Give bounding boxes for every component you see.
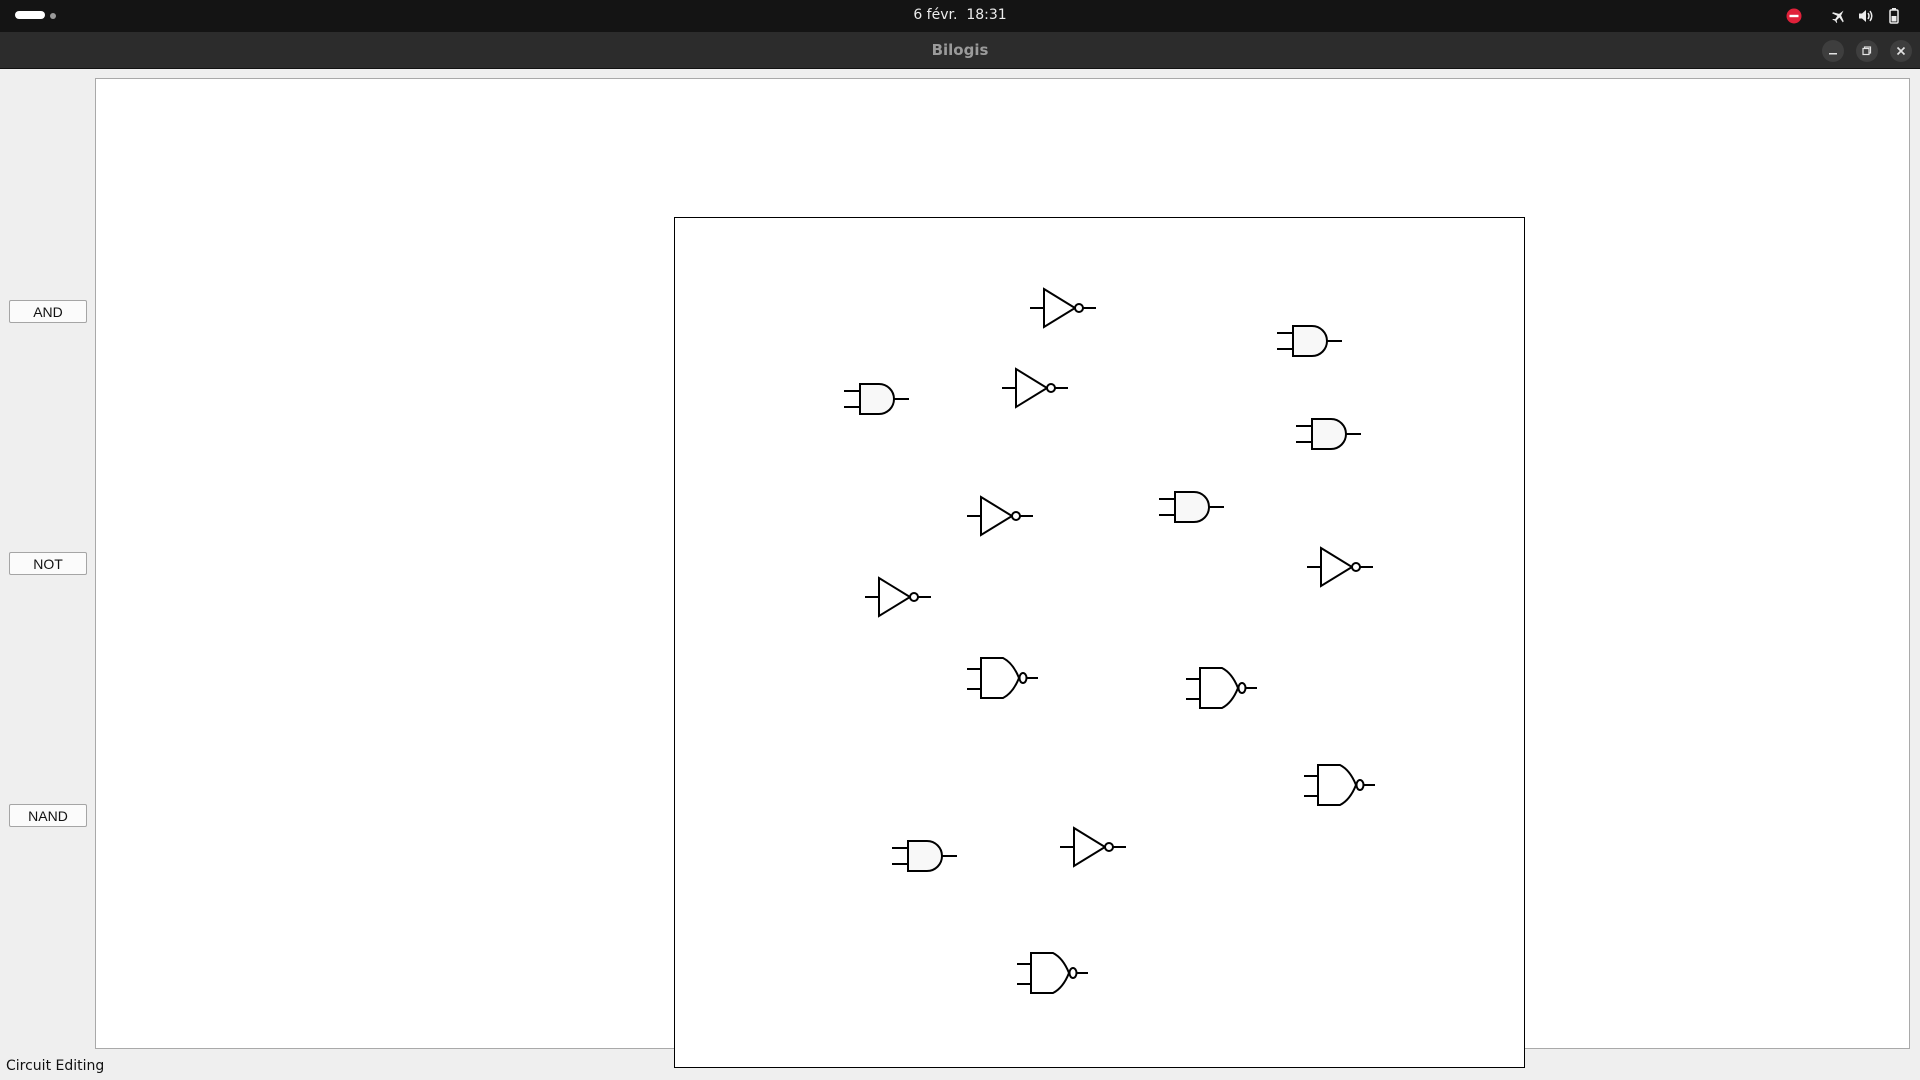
window-title: Bilogis [931, 41, 989, 59]
and-gate[interactable] [1296, 418, 1361, 450]
airplane-mode-icon[interactable] [1830, 7, 1848, 25]
nand-gate[interactable] [1017, 952, 1088, 994]
and-gate[interactable] [892, 840, 957, 872]
battery-icon[interactable] [1885, 7, 1903, 25]
minimize-icon [1829, 53, 1837, 55]
and-gate[interactable] [1277, 325, 1342, 357]
status-bar-text: Circuit Editing [6, 1058, 105, 1074]
nand-gate[interactable] [1186, 667, 1257, 709]
nand-gate[interactable] [1304, 764, 1375, 806]
nand-gate-button[interactable]: NAND [9, 804, 87, 827]
drawing-canvas[interactable] [95, 78, 1910, 1068]
not-gate[interactable] [865, 576, 931, 618]
time-label: 18:31 [966, 7, 1007, 23]
and-gate[interactable] [844, 383, 909, 415]
not-gate[interactable] [967, 495, 1033, 537]
date-label: 6 févr. [913, 7, 958, 23]
and-gate-button[interactable]: AND [9, 300, 87, 323]
close-button[interactable] [1890, 40, 1912, 62]
do-not-disturb-icon[interactable] [1785, 7, 1803, 25]
restore-button[interactable] [1856, 40, 1878, 62]
not-gate[interactable] [1060, 826, 1126, 868]
not-gate-button[interactable]: NOT [9, 552, 87, 575]
window-title-bar: Bilogis [0, 32, 1920, 69]
not-gate[interactable] [1002, 367, 1068, 409]
system-top-bar: 6 févr. 18:31 [0, 0, 1920, 32]
date-time[interactable]: 6 févr. 18:31 [0, 0, 1920, 32]
volume-icon[interactable] [1857, 7, 1875, 25]
restore-icon [1862, 46, 1872, 56]
minimize-button[interactable] [1822, 40, 1844, 62]
not-gate[interactable] [1307, 546, 1373, 588]
nand-gate[interactable] [967, 657, 1038, 699]
and-gate[interactable] [1159, 491, 1224, 523]
close-icon [1896, 46, 1906, 56]
circuit-svg [844, 287, 1375, 994]
not-gate[interactable] [1030, 287, 1096, 329]
circuit-area[interactable] [674, 217, 1525, 1068]
